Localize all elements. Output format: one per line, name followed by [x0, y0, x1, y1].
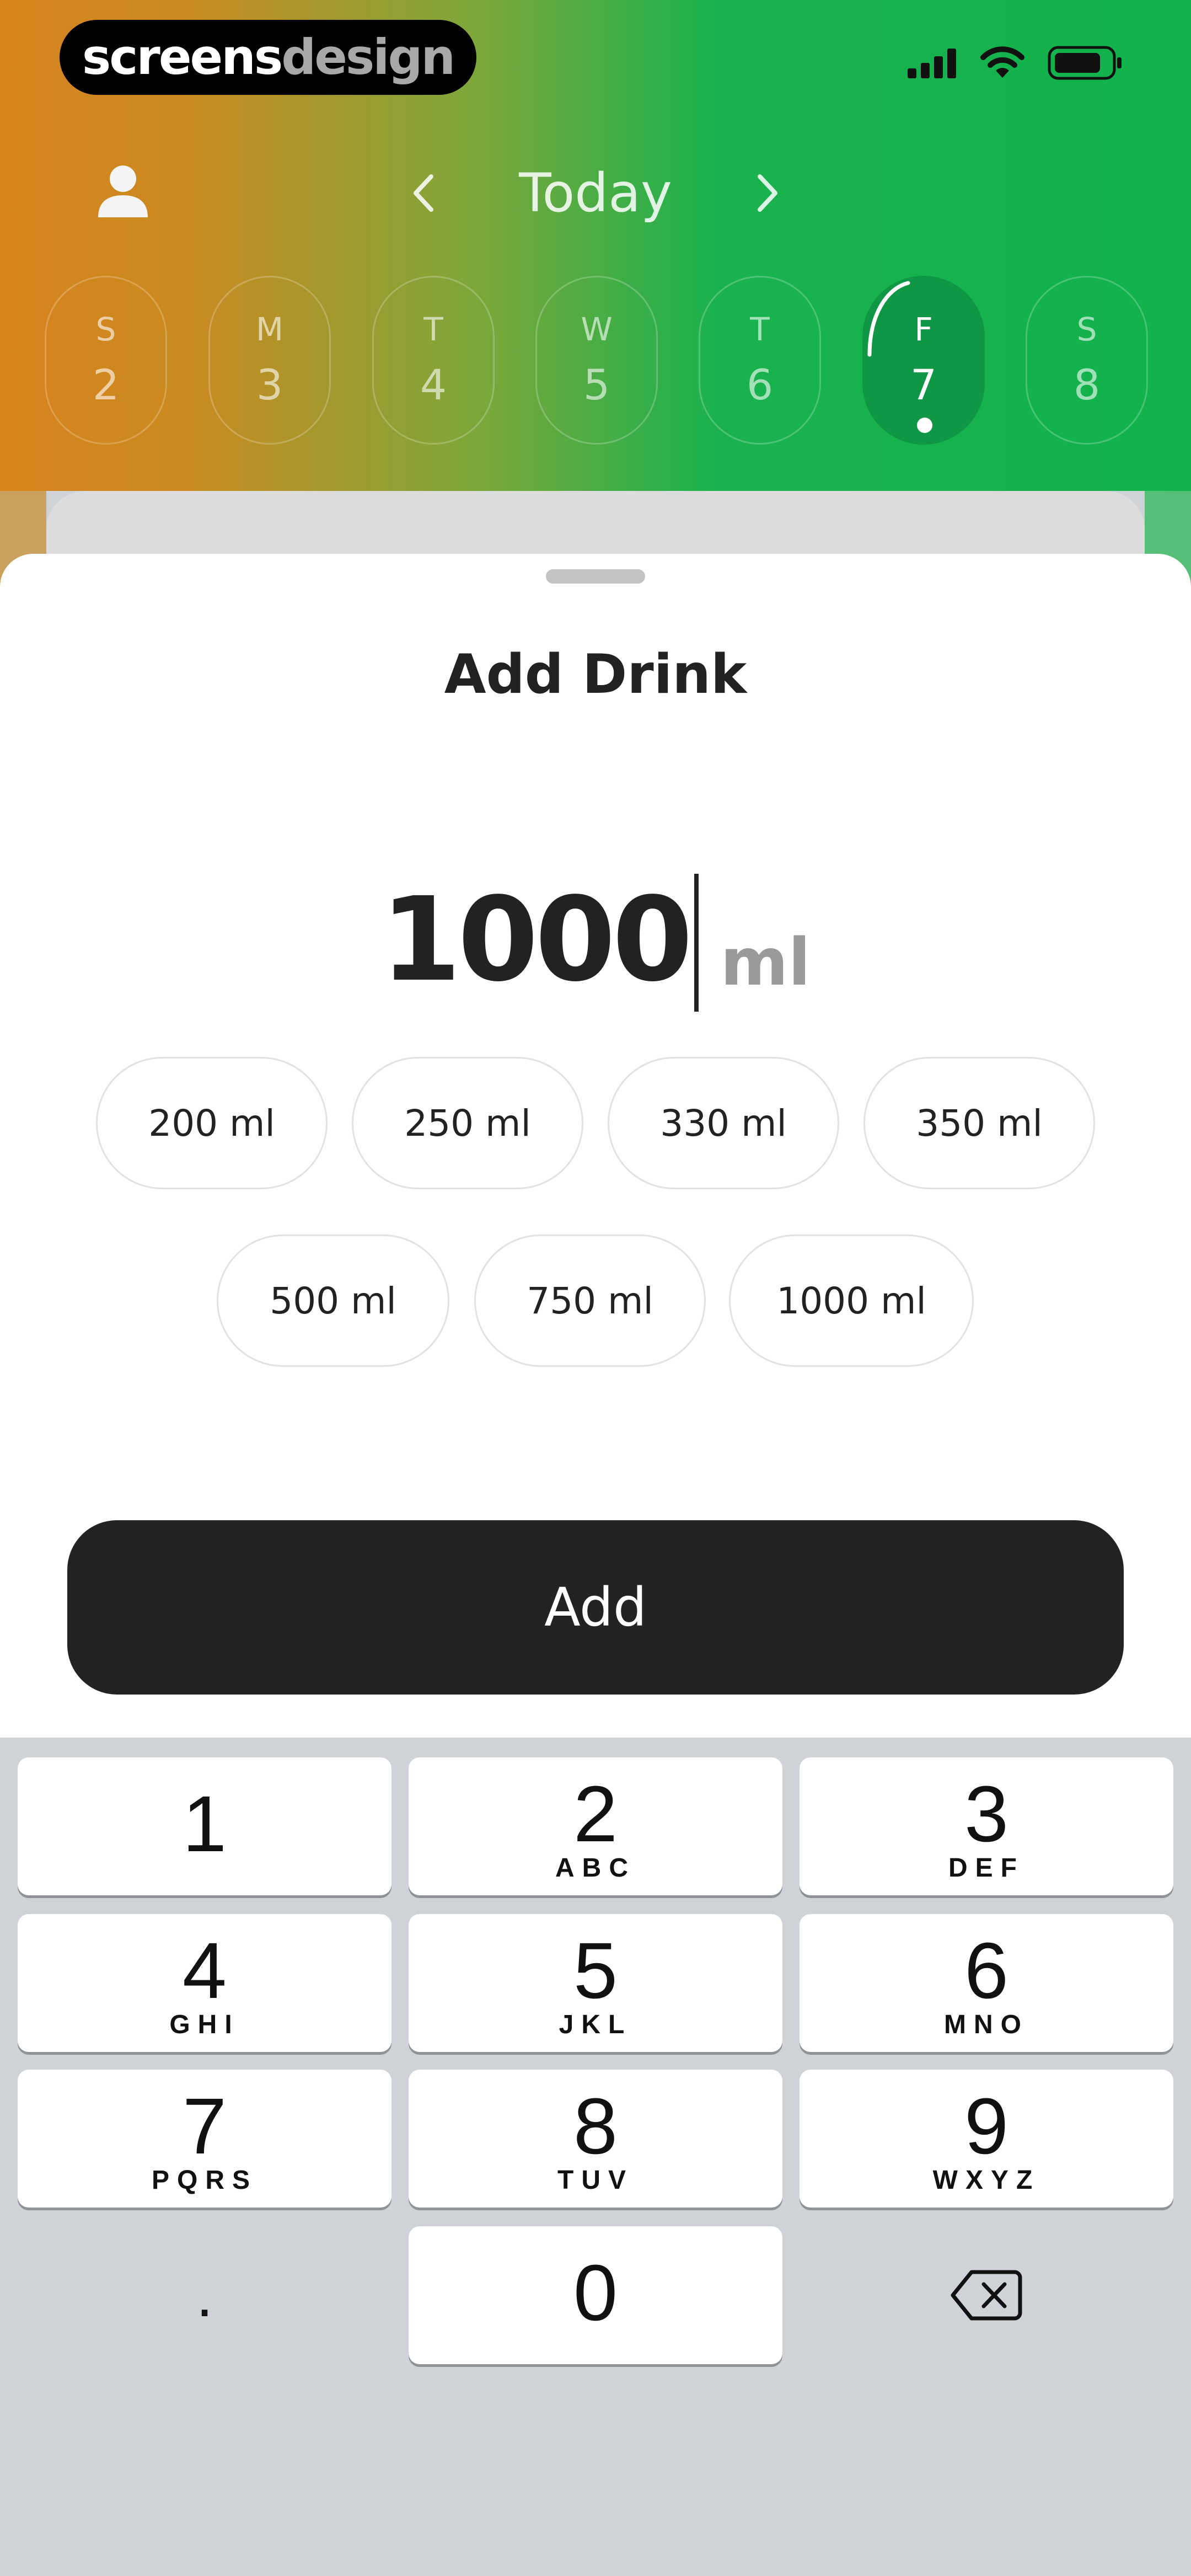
- day-number: 8: [1073, 360, 1101, 409]
- key-digit: 0: [573, 2248, 618, 2337]
- key-digit: 5: [573, 1926, 618, 2015]
- signal-icon: [908, 49, 956, 78]
- day-number: 3: [256, 360, 283, 409]
- battery-icon: [1048, 46, 1122, 80]
- key-digit: 9: [964, 2082, 1009, 2171]
- preset-chip[interactable]: 1000 ml: [729, 1234, 974, 1367]
- numeric-keypad: 1 2 ABC 3 DEF 4 GHI 5 JKL 6 MNO 7 PQRS 8…: [0, 1738, 1191, 2576]
- preset-chip[interactable]: 500 ml: [217, 1234, 449, 1367]
- brand-text-primary: screens: [82, 29, 283, 85]
- preset-chip[interactable]: 200 ml: [96, 1057, 328, 1189]
- next-day-chevron-icon[interactable]: [739, 165, 794, 221]
- backspace-icon: [951, 2270, 1022, 2321]
- key-digit: 1: [182, 1779, 227, 1868]
- week-day-selector: S 2 M 3 T 4 W 5 T 6 F 7 S 8: [0, 276, 1191, 447]
- amount-value: 1000: [380, 872, 693, 1007]
- day-letter: M: [255, 311, 284, 348]
- key-digit: 7: [182, 2082, 227, 2171]
- key-6[interactable]: 6 MNO: [800, 1914, 1173, 2052]
- date-label: Today: [519, 162, 672, 224]
- key-digit: 8: [573, 2082, 618, 2171]
- amount-unit: ml: [720, 924, 811, 1000]
- key-letters: JKL: [559, 2010, 632, 2039]
- header-background: screens design Today S 2 M 3 T 4 W 5 T 6…: [0, 0, 1191, 491]
- day-pill[interactable]: S 8: [1026, 276, 1148, 445]
- key-digit: 3: [964, 1770, 1009, 1858]
- date-navigator: Today: [0, 154, 1191, 232]
- key-1[interactable]: 1: [18, 1757, 391, 1895]
- day-letter: S: [95, 311, 116, 348]
- day-number: 6: [746, 360, 774, 409]
- sheet-grabber[interactable]: [546, 569, 645, 584]
- day-pill[interactable]: T 6: [699, 276, 821, 445]
- key-letters: PQRS: [151, 2166, 258, 2195]
- preset-chip[interactable]: 330 ml: [608, 1057, 839, 1189]
- day-letter: F: [914, 311, 933, 348]
- key-decimal[interactable]: .: [18, 2226, 391, 2364]
- key-letters: ABC: [555, 1853, 636, 1883]
- preset-chip[interactable]: 250 ml: [352, 1057, 583, 1189]
- amount-display[interactable]: 1000 ml: [0, 863, 1191, 1012]
- brand-logo: screens design: [60, 20, 476, 95]
- key-digit: 2: [573, 1770, 618, 1858]
- day-letter: S: [1076, 311, 1097, 348]
- key-letters: GHI: [169, 2010, 240, 2039]
- preset-chip[interactable]: 350 ml: [863, 1057, 1095, 1189]
- key-letters: TUV: [557, 2166, 634, 2195]
- key-digit: 6: [964, 1926, 1009, 2015]
- key-0[interactable]: 0: [409, 2226, 782, 2364]
- sheet-title: Add Drink: [444, 643, 747, 706]
- key-letters: DEF: [948, 1853, 1024, 1883]
- day-letter: T: [423, 311, 443, 348]
- day-pill[interactable]: W 5: [535, 276, 658, 445]
- day-number: 5: [583, 360, 610, 409]
- preset-chip[interactable]: 750 ml: [474, 1234, 706, 1367]
- add-drink-sheet: Add Drink 1000 ml 200 ml 250 ml 330 ml 3…: [0, 554, 1191, 1738]
- day-number: 7: [910, 360, 937, 409]
- brand-text-secondary: design: [281, 29, 455, 85]
- add-button[interactable]: Add: [67, 1520, 1124, 1695]
- key-3[interactable]: 3 DEF: [800, 1757, 1173, 1895]
- key-delete[interactable]: [800, 2226, 1173, 2364]
- key-letters: WXYZ: [932, 2166, 1040, 2195]
- day-pill-selected[interactable]: F 7: [862, 276, 985, 445]
- decimal-symbol: .: [196, 2261, 213, 2329]
- day-letter: T: [750, 311, 770, 348]
- key-9[interactable]: 9 WXYZ: [800, 2070, 1173, 2208]
- key-7[interactable]: 7 PQRS: [18, 2070, 391, 2208]
- day-number: 2: [92, 360, 120, 409]
- day-pill[interactable]: S 2: [45, 276, 167, 445]
- text-caret: [694, 874, 699, 1012]
- day-pill[interactable]: T 4: [372, 276, 495, 445]
- selected-day-dot: [917, 418, 932, 433]
- key-5[interactable]: 5 JKL: [409, 1914, 782, 2052]
- key-letters: MNO: [944, 2010, 1029, 2039]
- day-pill[interactable]: M 3: [208, 276, 331, 445]
- key-2[interactable]: 2 ABC: [409, 1757, 782, 1895]
- key-8[interactable]: 8 TUV: [409, 2070, 782, 2208]
- wifi-icon: [980, 46, 1024, 78]
- day-letter: W: [581, 311, 613, 348]
- key-4[interactable]: 4 GHI: [18, 1914, 391, 2052]
- status-bar: [906, 45, 1125, 81]
- key-digit: 4: [182, 1926, 227, 2015]
- day-number: 4: [420, 360, 447, 409]
